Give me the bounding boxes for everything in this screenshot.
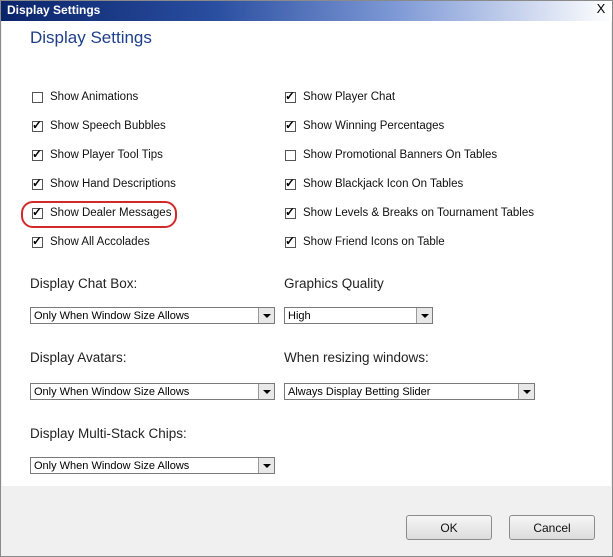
display-avatars-select[interactable]: Only When Window Size Allows (30, 383, 275, 400)
select-value: Only When Window Size Allows (34, 309, 190, 322)
checkmark-icon: ✓ (285, 233, 296, 248)
chevron-down-icon[interactable] (258, 384, 274, 399)
checkbox-label: Show Blackjack Icon On Tables (303, 178, 464, 190)
checkbox-show-winning-percentages[interactable]: ✓ Show Winning Percentages (285, 118, 444, 134)
checkmark-icon: ✓ (285, 117, 296, 132)
checkbox-label: Show Friend Icons on Table (303, 236, 445, 248)
checkbox-label: Show Player Chat (303, 91, 396, 103)
select-value: High (288, 309, 311, 322)
checkbox-box[interactable]: ✓ (32, 233, 43, 248)
checkbox-box[interactable]: ✓ (285, 204, 296, 219)
checkmark-icon: ✓ (32, 146, 43, 161)
checkbox-show-promotional-banners[interactable]: ✓ Show Promotional Banners On Tables (285, 147, 497, 163)
checkbox-box[interactable]: ✓ (32, 146, 43, 161)
page-title: Display Settings (30, 28, 152, 47)
close-icon[interactable]: X (594, 2, 608, 16)
checkmark-icon: ✓ (285, 175, 296, 190)
multi-stack-chips-label: Display Multi-Stack Chips: (30, 426, 187, 441)
checkbox-show-animations[interactable]: ✓ Show Animations (32, 89, 138, 105)
checkbox-label: Show Levels & Breaks on Tournament Table… (303, 207, 534, 219)
checkbox-box[interactable]: ✓ (285, 175, 296, 190)
checkbox-label: Show All Accolades (50, 236, 150, 248)
checkbox-box[interactable]: ✓ (285, 88, 296, 103)
chevron-down-icon[interactable] (518, 384, 534, 399)
display-chat-box-label: Display Chat Box: (30, 276, 138, 291)
multi-stack-chips-select[interactable]: Only When Window Size Allows (30, 457, 275, 474)
checkbox-show-player-chat[interactable]: ✓ Show Player Chat (285, 89, 395, 105)
checkbox-show-all-accolades[interactable]: ✓ Show All Accolades (32, 234, 150, 250)
checkmark-icon: ✓ (32, 117, 43, 132)
checkbox-label: Show Hand Descriptions (50, 178, 176, 190)
display-chat-box-select[interactable]: Only When Window Size Allows (30, 307, 275, 324)
cancel-button[interactable]: Cancel (509, 515, 595, 540)
checkbox-show-hand-descriptions[interactable]: ✓ Show Hand Descriptions (32, 176, 176, 192)
checkbox-show-blackjack-icon[interactable]: ✓ Show Blackjack Icon On Tables (285, 176, 463, 192)
title-bar[interactable]: Display Settings X (1, 1, 612, 21)
ok-button[interactable]: OK (406, 515, 492, 540)
graphics-quality-label: Graphics Quality (284, 276, 384, 291)
checkbox-box[interactable]: ✓ (285, 233, 296, 248)
display-avatars-label: Display Avatars: (30, 350, 127, 365)
checkbox-label: Show Winning Percentages (303, 120, 445, 132)
checkbox-show-friend-icons[interactable]: ✓ Show Friend Icons on Table (285, 234, 445, 250)
checkbox-label: Show Animations (50, 91, 139, 103)
select-value: Only When Window Size Allows (34, 459, 190, 472)
resizing-windows-label: When resizing windows: (284, 350, 429, 365)
checkbox-box[interactable]: ✓ (32, 175, 43, 190)
checkmark-icon: ✓ (285, 204, 296, 219)
select-value: Always Display Betting Slider (288, 385, 431, 398)
chevron-down-icon[interactable] (258, 308, 274, 323)
graphics-quality-select[interactable]: High (284, 307, 433, 324)
highlight-annotation (21, 201, 177, 228)
checkbox-show-speech-bubbles[interactable]: ✓ Show Speech Bubbles (32, 118, 166, 134)
checkbox-show-levels-breaks[interactable]: ✓ Show Levels & Breaks on Tournament Tab… (285, 205, 534, 221)
checkbox-box[interactable]: ✓ (32, 117, 43, 132)
checkbox-box[interactable]: ✓ (285, 117, 296, 132)
resizing-windows-select[interactable]: Always Display Betting Slider (284, 383, 535, 400)
checkbox-box[interactable]: ✓ (32, 91, 43, 103)
window-title: Display Settings (7, 3, 101, 17)
checkmark-icon: ✓ (32, 175, 43, 190)
checkbox-show-player-tool-tips[interactable]: ✓ Show Player Tool Tips (32, 147, 163, 163)
checkmark-icon: ✓ (32, 233, 43, 248)
chevron-down-icon[interactable] (258, 458, 274, 473)
checkbox-label: Show Player Tool Tips (50, 149, 163, 161)
select-value: Only When Window Size Allows (34, 385, 190, 398)
checkbox-label: Show Speech Bubbles (50, 120, 166, 132)
chevron-down-icon[interactable] (416, 308, 432, 323)
checkbox-label: Show Promotional Banners On Tables (303, 149, 498, 161)
checkbox-box[interactable]: ✓ (285, 149, 296, 161)
display-settings-window: Display Settings X Display Settings ✓ Sh… (0, 0, 613, 557)
checkmark-icon: ✓ (285, 88, 296, 103)
